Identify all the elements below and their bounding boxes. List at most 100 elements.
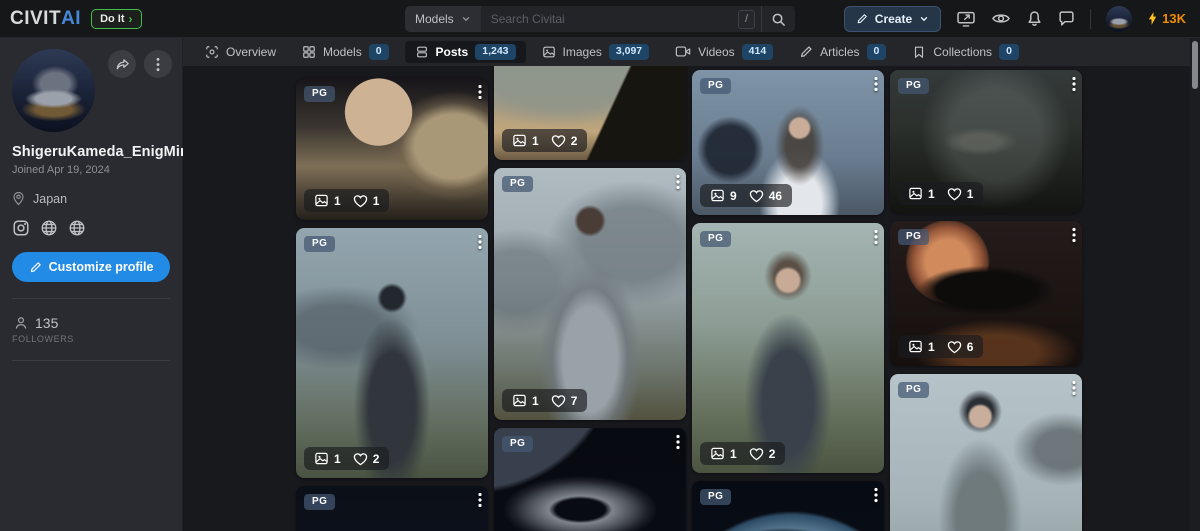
tab-images[interactable]: Images 3,097: [532, 41, 660, 63]
profile-avatar[interactable]: [12, 49, 95, 132]
slash-shortcut-key: /: [737, 9, 755, 29]
card-menu-button[interactable]: [478, 84, 482, 100]
rating-badge[interactable]: PG: [304, 86, 336, 102]
post-card[interactable]: PG: [692, 481, 884, 531]
bolt-icon: [1147, 11, 1158, 26]
post-card[interactable]: PG 9 46: [692, 70, 884, 215]
customize-profile-button[interactable]: Customize profile: [12, 252, 170, 282]
card-menu-button[interactable]: [874, 229, 878, 245]
eye-icon[interactable]: [991, 11, 1011, 26]
do-it-button[interactable]: Do It ›: [91, 8, 142, 29]
search-input[interactable]: [490, 12, 732, 26]
post-card[interactable]: PG 1 1: [890, 70, 1082, 213]
followers-label: FOLLOWERS: [12, 334, 74, 344]
chevron-down-icon: [919, 14, 929, 24]
post-card[interactable]: PG 1 1: [296, 78, 488, 220]
heart-icon: [353, 194, 368, 208]
screen-share-icon[interactable]: [956, 10, 976, 27]
post-card[interactable]: PG: [494, 428, 686, 531]
profile-social-links: [12, 219, 170, 237]
card-menu-button[interactable]: [874, 76, 878, 92]
tab-posts[interactable]: Posts 1,243: [404, 41, 526, 63]
website-globe-icon[interactable]: [40, 219, 58, 237]
card-menu-button[interactable]: [676, 434, 680, 450]
tab-collections[interactable]: Collections 0: [902, 41, 1029, 63]
search-category-dropdown[interactable]: Models: [405, 6, 481, 32]
rating-badge[interactable]: PG: [502, 176, 534, 192]
like-count-stat: 1: [947, 187, 973, 201]
tab-models[interactable]: Models 0: [292, 41, 399, 63]
rating-badge[interactable]: PG: [898, 229, 930, 245]
bell-icon[interactable]: [1026, 10, 1043, 27]
card-menu-button[interactable]: [1072, 227, 1076, 243]
post-card[interactable]: PG 1 6: [890, 221, 1082, 366]
rating-badge[interactable]: PG: [898, 78, 930, 94]
map-pin-icon: [12, 191, 25, 206]
post-card[interactable]: PG: [890, 374, 1082, 531]
create-button[interactable]: Create: [843, 5, 942, 32]
card-menu-button[interactable]: [874, 487, 878, 503]
search-button[interactable]: [761, 6, 795, 32]
page-scrollbar[interactable]: [1190, 38, 1200, 531]
rating-badge[interactable]: PG: [304, 236, 336, 252]
scrollbar-thumb[interactable]: [1192, 41, 1198, 89]
profile-actions: [108, 50, 172, 78]
image-count-stat: 1: [512, 393, 539, 408]
rating-badge[interactable]: PG: [304, 494, 336, 510]
tab-articles[interactable]: Articles 0: [789, 41, 896, 63]
post-card[interactable]: PG 1 2: [296, 228, 488, 478]
civitai-logo[interactable]: CIVIT AI: [10, 8, 81, 30]
masonry-column-3: PG 9 46 PG 1 2 PG: [692, 70, 884, 531]
rating-badge[interactable]: PG: [502, 436, 534, 452]
tab-videos[interactable]: Videos 414: [665, 41, 783, 63]
rating-badge[interactable]: PG: [700, 78, 732, 94]
search-category-label: Models: [415, 12, 454, 26]
share-profile-button[interactable]: [108, 50, 136, 78]
image-count-stat: 1: [908, 186, 935, 201]
card-stats: 1 6: [898, 335, 984, 358]
post-image: [692, 223, 884, 473]
logo-text-ai: AI: [61, 7, 82, 29]
dots-vertical-icon: [874, 229, 878, 245]
website-globe-icon[interactable]: [68, 219, 86, 237]
search-bar: Models /: [405, 6, 795, 32]
post-card[interactable]: PG 1 2: [692, 223, 884, 473]
post-card[interactable]: PG 1 7: [494, 168, 686, 420]
heart-icon: [551, 394, 566, 408]
dots-vertical-icon: [478, 492, 482, 508]
card-menu-button[interactable]: [478, 234, 482, 250]
user-avatar[interactable]: [1106, 5, 1133, 32]
tab-label: Models: [323, 44, 362, 59]
masonry-column-1: PG 1 1 PG 1 2 PG: [296, 78, 488, 531]
like-count: 2: [570, 133, 578, 148]
rating-badge[interactable]: PG: [700, 489, 732, 505]
heart-icon: [551, 134, 566, 148]
articles-icon: [799, 45, 813, 59]
card-menu-button[interactable]: [1072, 380, 1076, 396]
profile-menu-button[interactable]: [144, 50, 172, 78]
images-icon: [908, 339, 923, 354]
customize-profile-label: Customize profile: [48, 260, 154, 274]
card-menu-button[interactable]: [1072, 76, 1076, 92]
image-count: 1: [334, 193, 341, 208]
rating-badge[interactable]: PG: [898, 382, 930, 398]
tab-label: Collections: [933, 44, 993, 59]
tab-overview[interactable]: Overview: [195, 42, 286, 62]
card-menu-button[interactable]: [478, 492, 482, 508]
rating-badge[interactable]: PG: [700, 231, 732, 247]
tab-label: Videos: [698, 44, 735, 59]
card-stats: 1 2: [304, 447, 390, 470]
card-menu-button[interactable]: [676, 174, 680, 190]
tab-count-badge: 0: [368, 44, 389, 60]
instagram-icon[interactable]: [12, 219, 30, 237]
heart-icon: [749, 189, 764, 203]
buzz-balance[interactable]: 13K: [1147, 11, 1186, 26]
image-count: 1: [334, 451, 341, 466]
profile-username: ShigeruKameda_EnigMind: [12, 144, 198, 160]
post-image: [296, 228, 488, 478]
profile-location: Japan: [12, 191, 170, 206]
card-stats: 1 1: [898, 182, 984, 205]
post-card[interactable]: PG: [296, 486, 488, 531]
post-card[interactable]: 1 2: [494, 66, 686, 160]
chat-icon[interactable]: [1058, 10, 1075, 27]
